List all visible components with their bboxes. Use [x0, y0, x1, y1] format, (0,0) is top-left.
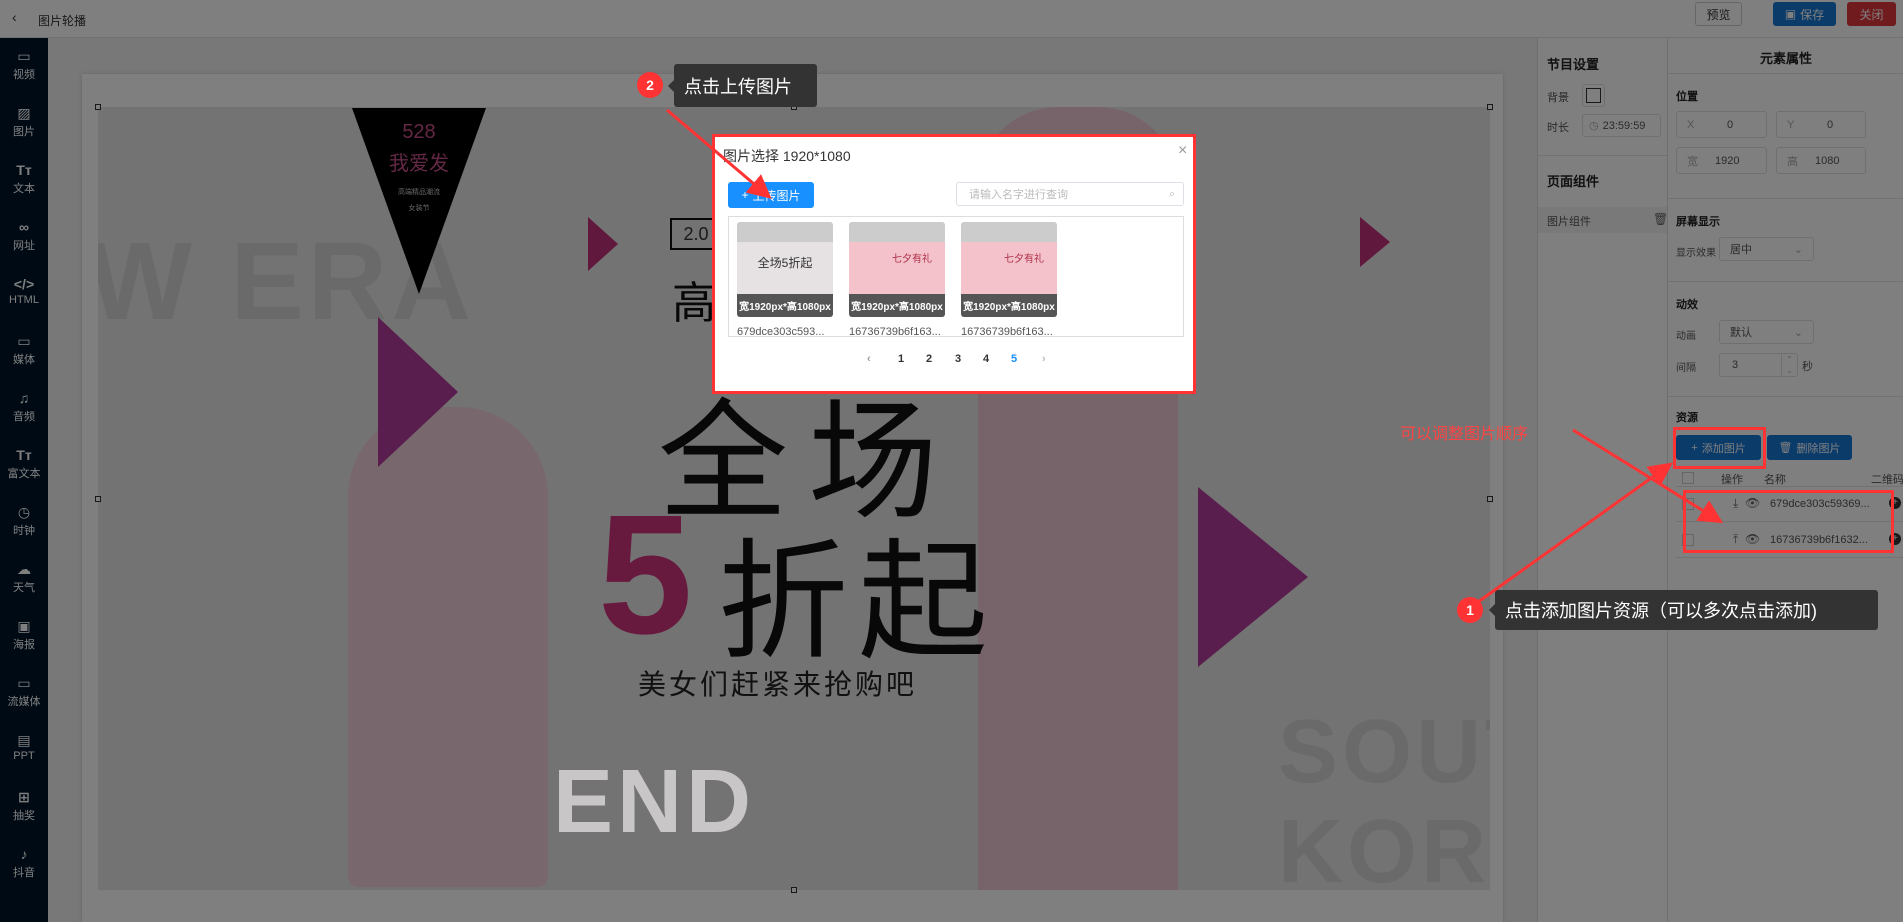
- step-2-tooltip: 点击上传图片: [668, 64, 817, 107]
- arrow-to-upload-button: [666, 108, 772, 199]
- arrow-to-rows: [1572, 428, 1724, 524]
- step-1-tooltip: 点击添加图片资源（可以多次点击添加): [1489, 590, 1878, 630]
- arrow-to-add-button: [1477, 462, 1673, 604]
- bg-word: END: [553, 752, 756, 852]
- step-2-badge: 2: [637, 72, 663, 98]
- step-1-badge: 1: [1457, 597, 1483, 623]
- annotation-arrows: [666, 108, 1724, 604]
